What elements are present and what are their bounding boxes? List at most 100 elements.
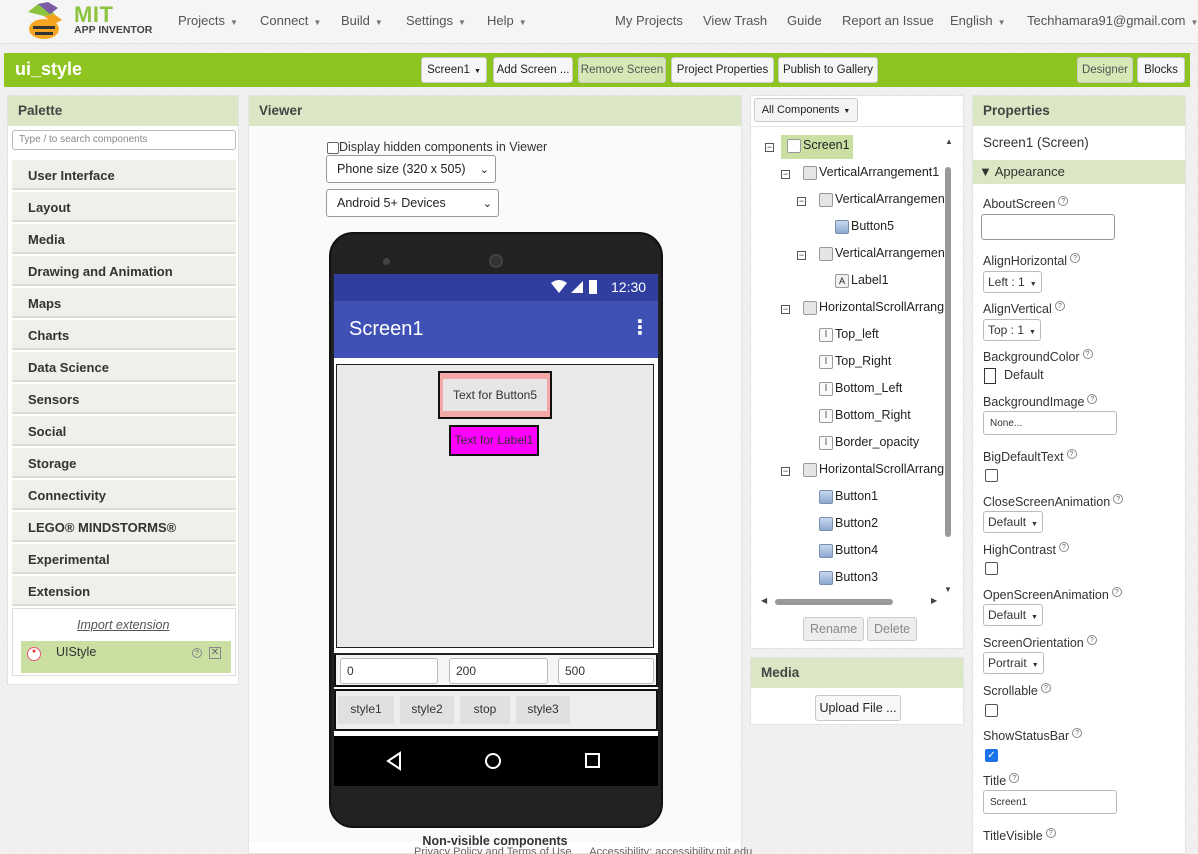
remove-screen-button[interactable]: Remove Screen — [578, 57, 666, 83]
tree-item-horizontalscroll2[interactable]: HorizontalScrollArrang — [803, 462, 944, 484]
rename-button[interactable]: Rename — [803, 617, 865, 641]
palette-category[interactable]: User Interface — [12, 160, 236, 190]
menu-build[interactable]: Build ▼ — [341, 13, 383, 28]
link-view-trash[interactable]: View Trash — [703, 13, 767, 28]
align-vertical-select[interactable]: Top : 1 ▼ — [983, 319, 1041, 341]
scroll-down-icon[interactable]: ▼ — [944, 585, 952, 594]
title-field[interactable]: Screen1 — [983, 790, 1117, 814]
tree-item-top-right[interactable]: I Top_Right — [819, 354, 891, 376]
menu-language[interactable]: English ▼ — [950, 13, 1006, 28]
tree-item-screen1[interactable]: Screen1 — [787, 138, 850, 160]
background-color-value[interactable]: Default — [1004, 368, 1044, 382]
big-default-text-checkbox[interactable] — [985, 469, 998, 482]
phone-size-select[interactable]: Phone size (320 x 505) ⌄ — [326, 155, 496, 183]
style1-button[interactable]: style1 — [338, 696, 394, 724]
menu-settings[interactable]: Settings ▼ — [406, 13, 466, 28]
palette-category[interactable]: Charts — [12, 320, 236, 350]
footer-links[interactable]: Privacy Policy and Terms of Use Accessib… — [414, 846, 752, 854]
blocks-button[interactable]: Blocks — [1137, 57, 1185, 83]
horizontal-scrollbar[interactable]: ◀ ▶ — [761, 596, 941, 607]
tree-item-verticalarrangement2[interactable]: VerticalArrangemen — [819, 192, 945, 214]
screen-select[interactable]: Screen1 ▼ — [421, 57, 487, 83]
help-icon[interactable]: ? — [192, 648, 202, 658]
menu-projects[interactable]: Projects ▼ — [178, 13, 238, 28]
palette-category[interactable]: Drawing and Animation — [12, 256, 236, 286]
checkbox-icon[interactable] — [327, 141, 339, 154]
link-my-projects[interactable]: My Projects — [615, 13, 683, 28]
tree-item-border-opacity[interactable]: I Border_opacity — [819, 435, 919, 457]
tree-item-label1[interactable]: A Label1 — [835, 273, 889, 295]
tree-item-verticalarrangement3[interactable]: VerticalArrangemen — [819, 246, 945, 268]
scroll-left-icon[interactable]: ◀ — [761, 596, 767, 605]
palette-category[interactable]: Experimental — [12, 544, 236, 574]
menu-account[interactable]: Techhamara91@gmail.com ▼ — [1027, 13, 1198, 28]
screen-orientation-select[interactable]: Portrait ▼ — [983, 652, 1044, 674]
textbox-top-right[interactable]: 200 — [449, 658, 548, 684]
appearance-section[interactable]: ▼ Appearance — [973, 160, 1185, 184]
collapse-icon[interactable]: − — [765, 143, 774, 152]
palette-category[interactable]: Media — [12, 224, 236, 254]
palette-category[interactable]: Layout — [12, 192, 236, 222]
show-status-bar-checkbox[interactable]: ✓ — [985, 749, 998, 762]
help-icon[interactable]: ? — [1054, 301, 1065, 311]
designer-button[interactable]: Designer — [1077, 57, 1133, 83]
tree-item-button1[interactable]: Button1 — [819, 489, 878, 511]
stop-button[interactable]: stop — [460, 696, 510, 724]
tree-item-bottom-right[interactable]: I Bottom_Right — [819, 408, 911, 430]
open-screen-animation-select[interactable]: Default ▼ — [983, 604, 1043, 626]
palette-search-input[interactable]: Type / to search components — [12, 130, 236, 150]
help-icon[interactable]: ? — [1072, 728, 1083, 738]
help-icon[interactable]: ? — [1040, 683, 1051, 693]
menu-connect[interactable]: Connect ▼ — [260, 13, 321, 28]
palette-category[interactable]: LEGO® MINDSTORMS® — [12, 512, 236, 542]
palette-category[interactable]: Maps — [12, 288, 236, 318]
help-icon[interactable]: ? — [1058, 542, 1069, 552]
device-select[interactable]: Android 5+ Devices ⌄ — [326, 189, 499, 217]
textbox-top-left[interactable]: 0 — [340, 658, 438, 684]
tree-item-verticalarrangement1[interactable]: VerticalArrangement1 — [803, 165, 939, 187]
tree-item-button3[interactable]: Button3 — [819, 570, 878, 592]
menu-help[interactable]: Help ▼ — [487, 13, 527, 28]
link-guide[interactable]: Guide — [787, 13, 822, 28]
upload-file-button[interactable]: Upload File ... — [815, 695, 901, 721]
palette-category[interactable]: Sensors — [12, 384, 236, 414]
tree-item-button4[interactable]: Button4 — [819, 543, 878, 565]
scroll-up-icon[interactable]: ▲ — [945, 137, 953, 146]
collapse-icon[interactable]: − — [781, 170, 790, 179]
hscrollbar-thumb[interactable] — [775, 599, 893, 605]
extension-item-uistyle[interactable]: ● UIStyle ? ✕ — [21, 641, 231, 673]
help-icon[interactable]: ? — [1087, 394, 1098, 404]
help-icon[interactable]: ? — [1009, 773, 1020, 783]
background-image-field[interactable]: None... — [983, 411, 1117, 435]
add-screen-button[interactable]: Add Screen ... — [493, 57, 573, 83]
scroll-right-icon[interactable]: ▶ — [931, 596, 937, 605]
style2-button[interactable]: style2 — [400, 696, 454, 724]
palette-category[interactable]: Data Science — [12, 352, 236, 382]
help-icon[interactable]: ? — [1111, 587, 1122, 597]
app-inventor-logo[interactable]: MIT APP INVENTOR — [24, 2, 152, 40]
help-icon[interactable]: ? — [1113, 494, 1124, 504]
align-horizontal-select[interactable]: Left : 1 ▼ — [983, 271, 1042, 293]
help-icon[interactable]: ? — [1082, 349, 1093, 359]
delete-button[interactable]: Delete — [867, 617, 918, 641]
help-icon[interactable]: ? — [1070, 253, 1081, 263]
scrollbar-thumb[interactable] — [945, 167, 951, 537]
overflow-menu-icon[interactable]: ⋮ — [630, 315, 650, 340]
collapse-icon[interactable]: − — [781, 467, 790, 476]
help-icon[interactable]: ? — [1066, 449, 1077, 459]
collapse-icon[interactable]: − — [797, 251, 806, 260]
import-extension-link[interactable]: Import extension — [77, 618, 169, 632]
help-icon[interactable]: ? — [1045, 828, 1056, 838]
help-icon[interactable]: ? — [1086, 635, 1097, 645]
tree-item-button5[interactable]: Button5 — [835, 219, 894, 241]
high-contrast-checkbox[interactable] — [985, 562, 998, 575]
collapse-icon[interactable]: − — [797, 197, 806, 206]
palette-category[interactable]: Social — [12, 416, 236, 446]
help-icon[interactable]: ? — [1058, 196, 1069, 206]
close-icon[interactable]: ✕ — [209, 647, 221, 659]
button5[interactable]: Text for Button5 — [438, 371, 552, 419]
textbox-bottom-left[interactable]: 500 — [558, 658, 654, 684]
palette-category[interactable]: Connectivity — [12, 480, 236, 510]
components-filter-select[interactable]: All Components ▼ — [754, 98, 858, 122]
publish-gallery-button[interactable]: Publish to Gallery — [778, 57, 878, 83]
